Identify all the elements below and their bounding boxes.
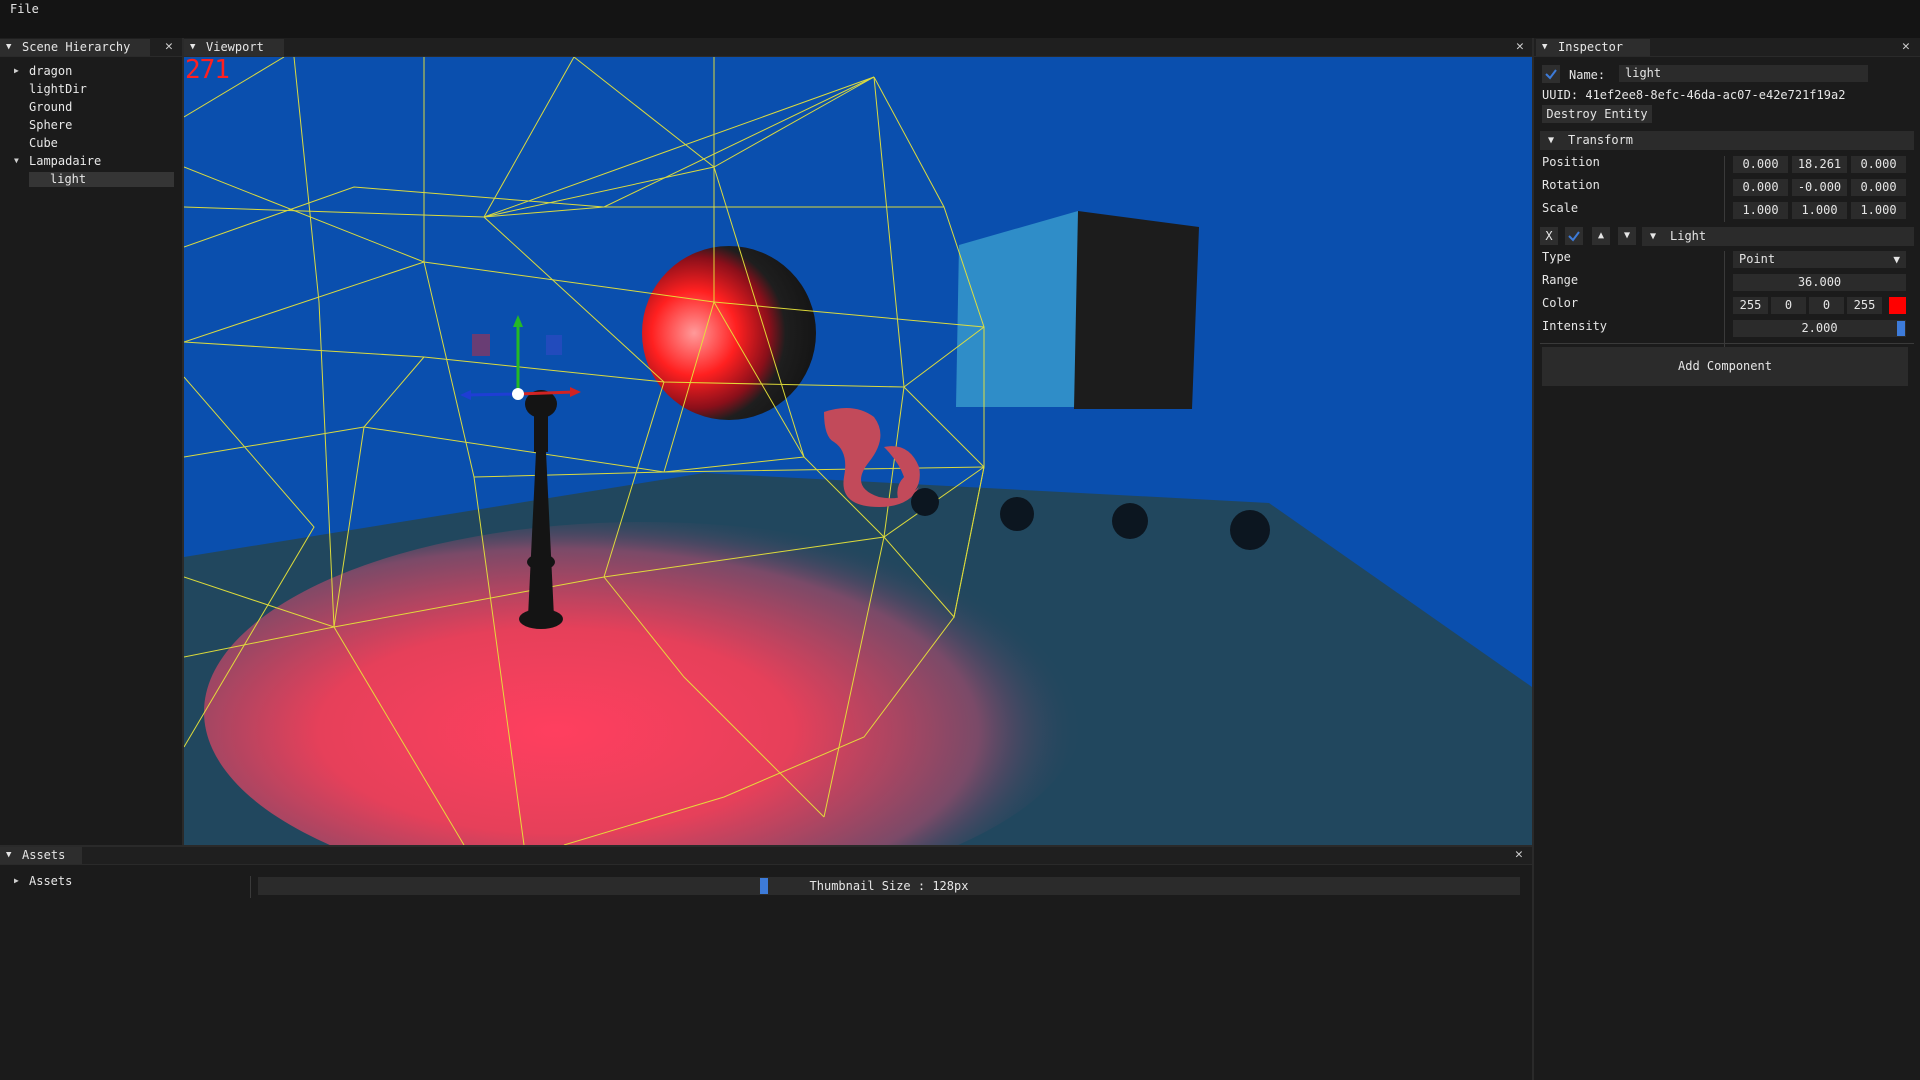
collapse-arrow-icon[interactable]: ▼: [1650, 227, 1656, 246]
assets-panel: ▼ Assets ✕ ▶ Assets Thumbnail Size : 128…: [0, 846, 1533, 1080]
name-input[interactable]: light: [1619, 65, 1868, 82]
expand-arrow-icon[interactable]: ▶: [14, 876, 19, 885]
chevron-down-icon: ▼: [1893, 253, 1900, 266]
range-label: Range: [1542, 273, 1579, 287]
intensity-value: 2.000: [1801, 321, 1838, 335]
menu-bar: File: [0, 0, 1920, 20]
slider-handle[interactable]: [760, 878, 768, 894]
position-z-field[interactable]: 0.000: [1851, 156, 1906, 173]
panel-splitter[interactable]: [1532, 38, 1534, 1080]
remove-component-button[interactable]: X: [1540, 227, 1558, 245]
cube-dark-face: [1074, 211, 1199, 409]
range-field[interactable]: 36.000: [1733, 274, 1906, 291]
sphere-object: [642, 246, 816, 420]
collapse-arrow-icon[interactable]: ▼: [6, 847, 11, 864]
color-g-field[interactable]: 0: [1771, 297, 1806, 314]
tab-label: Scene Hierarchy: [22, 40, 131, 54]
panel-splitter[interactable]: [182, 38, 184, 846]
intensity-label: Intensity: [1542, 319, 1608, 333]
column-divider: [250, 876, 251, 898]
hierarchy-item-lightdir[interactable]: lightDir: [29, 81, 87, 98]
enabled-checkbox[interactable]: [1542, 65, 1560, 83]
tab-label: Assets: [22, 848, 66, 862]
check-icon: [1568, 231, 1580, 242]
hierarchy-item-light[interactable]: light: [50, 171, 86, 188]
check-icon: [1545, 69, 1557, 80]
hierarchy-item-lampadaire[interactable]: Lampadaire: [29, 153, 101, 170]
collapse-arrow-icon[interactable]: ▼: [190, 39, 195, 56]
destroy-entity-button[interactable]: Destroy Entity: [1542, 105, 1652, 123]
scale-z-field[interactable]: 1.000: [1851, 202, 1906, 219]
type-label: Type: [1542, 250, 1571, 264]
close-icon[interactable]: ✕: [1515, 847, 1523, 862]
move-up-arrow-icon[interactable]: ▲: [1592, 227, 1610, 245]
tab-assets[interactable]: ▼ Assets: [0, 847, 82, 864]
close-icon[interactable]: ✕: [1516, 39, 1524, 54]
tab-inspector[interactable]: ▼ Inspector: [1536, 39, 1650, 56]
file-menu[interactable]: File: [10, 2, 39, 16]
slider-handle[interactable]: [1897, 321, 1905, 336]
expand-arrow-icon[interactable]: ▶: [14, 66, 19, 75]
scene-render[interactable]: [184, 57, 1532, 845]
scale-label: Scale: [1542, 201, 1579, 215]
type-select[interactable]: Point ▼: [1733, 251, 1906, 268]
transform-header[interactable]: ▼ Transform: [1540, 131, 1914, 150]
scale-x-field[interactable]: 1.000: [1733, 202, 1788, 219]
scene-hierarchy-titlebar: ▼ Scene Hierarchy ✕: [0, 38, 182, 57]
hierarchy-item-dragon[interactable]: dragon: [29, 63, 72, 80]
fps-counter: 271: [185, 57, 230, 85]
collapse-arrow-icon[interactable]: ▼: [1548, 131, 1554, 150]
hierarchy-item-ground[interactable]: Ground: [29, 99, 72, 116]
add-component-button[interactable]: Add Component: [1542, 347, 1908, 386]
thumbnail-size-label: Thumbnail Size : 128px: [809, 879, 969, 893]
column-divider: [1724, 156, 1725, 222]
component-enabled-checkbox[interactable]: [1565, 227, 1583, 245]
type-value: Point: [1739, 252, 1776, 266]
scale-y-field[interactable]: 1.000: [1792, 202, 1847, 219]
collapse-arrow-icon[interactable]: ▼: [1542, 39, 1547, 56]
collapse-arrow-icon[interactable]: ▼: [6, 39, 11, 56]
color-a-field[interactable]: 255: [1847, 297, 1882, 314]
tab-viewport[interactable]: ▼ Viewport: [184, 39, 284, 56]
close-icon[interactable]: ✕: [1902, 39, 1910, 54]
inspector-panel: ▼ Inspector ✕ Name: light UUID: 41ef2ee8…: [1534, 38, 1920, 1080]
rotation-y-field[interactable]: -0.000: [1792, 179, 1847, 196]
divider: [1540, 343, 1914, 344]
inspector-titlebar: ▼ Inspector ✕: [1534, 38, 1920, 57]
light-title: Light: [1670, 229, 1707, 243]
position-x-field[interactable]: 0.000: [1733, 156, 1788, 173]
thumbnail-size-slider[interactable]: Thumbnail Size : 128px: [258, 877, 1520, 895]
hierarchy-item-cube[interactable]: Cube: [29, 135, 58, 152]
move-down-arrow-icon[interactable]: ▼: [1618, 227, 1636, 245]
viewport-scene[interactable]: 271: [184, 57, 1532, 845]
rotation-x-field[interactable]: 0.000: [1733, 179, 1788, 196]
scene-hierarchy-panel: ▼ Scene Hierarchy ✕ ▶ dragon lightDir Gr…: [0, 38, 182, 846]
close-icon[interactable]: ✕: [165, 39, 173, 54]
tab-scene-hierarchy[interactable]: ▼ Scene Hierarchy: [0, 39, 150, 56]
uuid-text: UUID: 41ef2ee8-8efc-46da-ac07-e42e721f19…: [1542, 88, 1846, 102]
position-y-field[interactable]: 18.261: [1792, 156, 1847, 173]
panel-splitter[interactable]: [0, 845, 1533, 847]
intensity-slider[interactable]: 2.000: [1733, 320, 1906, 337]
rotation-z-field[interactable]: 0.000: [1851, 179, 1906, 196]
position-label: Position: [1542, 155, 1600, 169]
color-r-field[interactable]: 255: [1733, 297, 1768, 314]
assets-tree-root[interactable]: Assets: [29, 873, 72, 890]
color-label: Color: [1542, 296, 1579, 310]
tab-label: Inspector: [1558, 40, 1624, 54]
tab-label: Viewport: [206, 40, 264, 54]
viewport-titlebar: ▼ Viewport ✕: [182, 38, 1533, 57]
color-b-field[interactable]: 0: [1809, 297, 1844, 314]
name-label: Name:: [1569, 68, 1606, 82]
assets-titlebar: ▼ Assets ✕: [0, 846, 1533, 865]
transform-title: Transform: [1568, 133, 1634, 147]
hierarchy-item-sphere[interactable]: Sphere: [29, 117, 72, 134]
rotation-label: Rotation: [1542, 178, 1600, 192]
collapse-arrow-icon[interactable]: ▼: [14, 156, 19, 165]
color-swatch[interactable]: [1889, 297, 1906, 314]
light-header[interactable]: ▼ Light: [1642, 227, 1914, 246]
